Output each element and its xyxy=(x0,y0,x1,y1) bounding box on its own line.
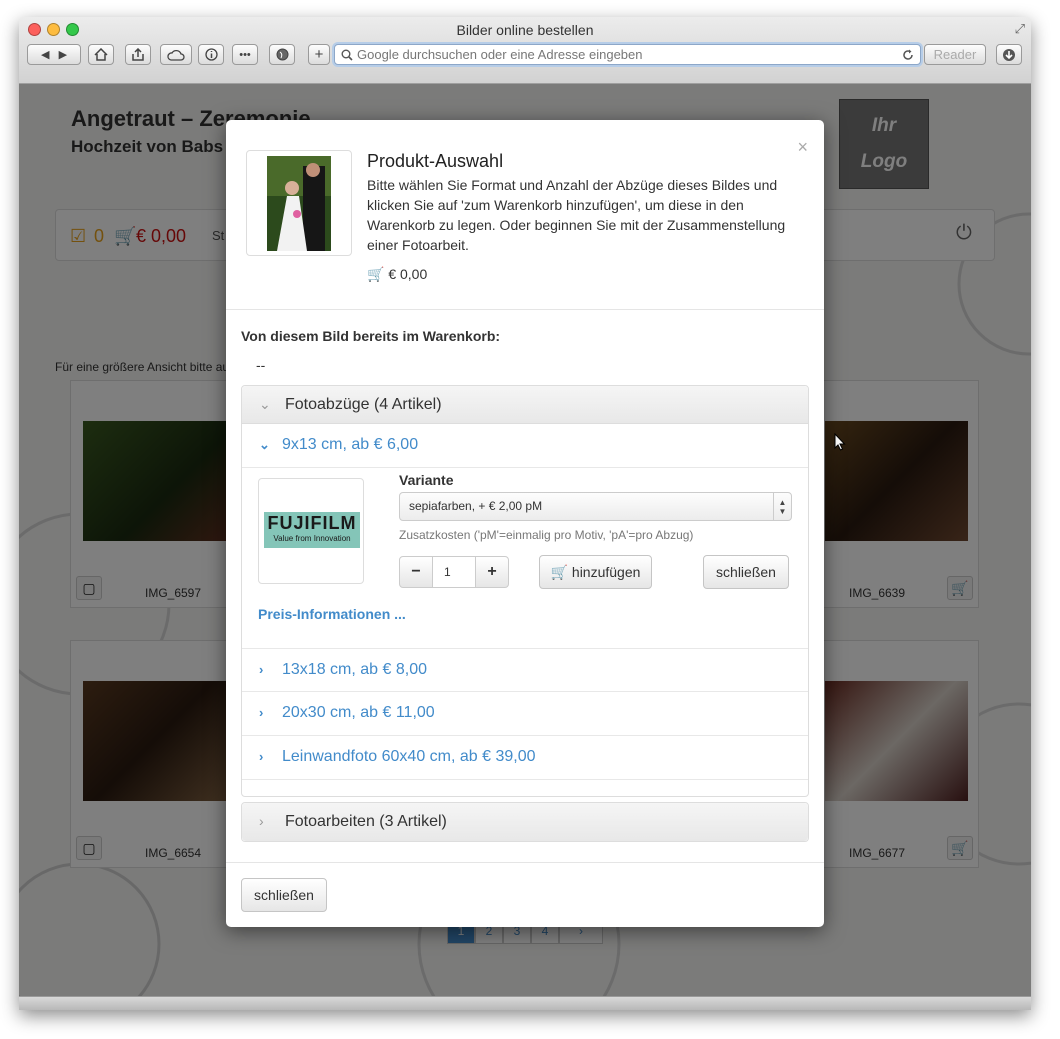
add-to-cart-button[interactable]: 🛒 hinzufügen xyxy=(539,555,652,589)
chevron-down-icon: ⌄ xyxy=(259,437,270,452)
back-icon[interactable]: ◀ xyxy=(41,48,49,61)
status-bar xyxy=(19,996,1031,1010)
product-image xyxy=(246,150,352,256)
variante-value: sepiafarben, + € 2,00 pM xyxy=(409,499,543,513)
add-label: hinzufügen xyxy=(571,564,641,580)
brand-name: FUJIFILM xyxy=(267,513,357,533)
back-forward-buttons[interactable]: ◀ ▶ xyxy=(27,44,81,65)
cart-icon: 🛒 xyxy=(550,564,569,580)
translate-button[interactable] xyxy=(269,44,295,65)
mouse-cursor-icon xyxy=(834,433,846,451)
fujifilm-logo: FUJIFILM Value from Innovation xyxy=(264,512,360,548)
modal-description: Bitte wählen Sie Format und Anzahl der A… xyxy=(367,177,786,253)
reload-icon[interactable] xyxy=(902,49,914,61)
forward-icon[interactable]: ▶ xyxy=(59,48,67,61)
address-bar[interactable] xyxy=(334,44,921,65)
format-label: 13x18 cm, ab € 8,00 xyxy=(282,661,427,678)
product-selection-modal: × Produkt-Auswahl Bitte wählen Sie Forma… xyxy=(226,120,824,927)
divider xyxy=(226,309,824,310)
variante-select[interactable]: sepiafarben, + € 2,00 pM ▲ ▼ xyxy=(399,492,792,521)
reading-list-button[interactable] xyxy=(198,44,224,65)
close-format-button[interactable]: schließen xyxy=(703,555,789,589)
modal-price-value: € 0,00 xyxy=(388,266,428,282)
fotoabzuege-header[interactable]: ⌄ Fotoabzüge (4 Artikel) xyxy=(242,386,808,424)
share-button[interactable] xyxy=(125,44,151,65)
modal-price: 🛒 € 0,00 xyxy=(367,266,427,283)
info-icon xyxy=(204,48,218,61)
close-icon[interactable]: × xyxy=(797,137,808,158)
fotoarbeiten-title: Fotoarbeiten (3 Artikel) xyxy=(285,813,447,830)
address-input[interactable] xyxy=(357,45,897,64)
quantity-decrement-button[interactable]: − xyxy=(399,556,433,588)
modal-title: Produkt-Auswahl xyxy=(367,151,504,171)
icloud-tabs-button[interactable] xyxy=(160,44,192,65)
format-item-leinwand[interactable]: › Leinwandfoto 60x40 cm, ab € 39,00 xyxy=(242,736,808,780)
chevron-right-icon: › xyxy=(259,705,264,720)
modal-close-button[interactable]: schließen xyxy=(241,878,327,912)
already-in-cart-label: Von diesem Bild bereits im Warenkorb: xyxy=(241,328,501,344)
format-label: 20x30 cm, ab € 11,00 xyxy=(282,704,435,721)
format-label: Leinwandfoto 60x40 cm, ab € 39,00 xyxy=(282,748,536,765)
fotoarbeiten-panel: › Fotoarbeiten (3 Artikel) xyxy=(241,802,809,842)
download-icon xyxy=(1003,48,1015,61)
home-icon xyxy=(94,48,108,61)
fullscreen-icon[interactable]: ⤢ xyxy=(1015,21,1025,37)
reader-button[interactable]: Reader xyxy=(924,44,986,65)
zusatzkosten-text: Zusatzkosten ('pM'=einmalig pro Motiv, '… xyxy=(399,528,694,542)
format-label: 9x13 cm, ab € 6,00 xyxy=(282,436,419,453)
plus-icon: + xyxy=(314,46,324,63)
chevron-down-icon: ⌄ xyxy=(259,396,271,412)
chevron-right-icon: › xyxy=(259,662,264,677)
format-item-20x30[interactable]: › 20x30 cm, ab € 11,00 xyxy=(242,692,808,736)
fotoabzuege-title: Fotoabzüge (4 Artikel) xyxy=(285,396,442,413)
quantity-increment-button[interactable]: + xyxy=(475,556,509,588)
globe-icon xyxy=(276,48,288,61)
price-info-link[interactable]: Preis-Informationen ... xyxy=(258,606,406,622)
select-arrows-icon: ▲ ▼ xyxy=(773,493,791,520)
quantity-input[interactable] xyxy=(432,556,476,588)
new-tab-button[interactable]: + xyxy=(308,44,330,65)
already-in-cart-value: -- xyxy=(256,357,266,373)
share-icon xyxy=(132,48,144,61)
chevron-right-icon: › xyxy=(259,813,264,829)
wedding-photo xyxy=(267,156,331,251)
fotoabzuege-panel: ⌄ Fotoabzüge (4 Artikel) ⌄ 9x13 cm, ab €… xyxy=(241,385,809,797)
format-item-13x18[interactable]: › 13x18 cm, ab € 8,00 xyxy=(242,648,808,692)
brand-image: FUJIFILM Value from Innovation xyxy=(258,478,364,584)
downloads-button[interactable] xyxy=(996,44,1022,65)
format-item-9x13[interactable]: ⌄ 9x13 cm, ab € 6,00 xyxy=(242,424,808,468)
divider xyxy=(226,862,824,863)
cart-icon: 🛒 xyxy=(367,266,385,282)
fotoarbeiten-header[interactable]: › Fotoarbeiten (3 Artikel) xyxy=(242,803,808,841)
variante-label: Variante xyxy=(399,472,454,488)
search-icon xyxy=(341,49,353,61)
brand-tagline: Value from Innovation xyxy=(273,534,351,543)
home-button[interactable] xyxy=(88,44,114,65)
web-page: Angetraut – Zeremonie Hochzeit von Babs … xyxy=(19,84,1031,996)
chevron-right-icon: › xyxy=(259,749,264,764)
dots-icon: ••• xyxy=(239,48,251,61)
browser-window: Bilder online bestellen ⤢ ◀ ▶ ••• + Read… xyxy=(19,17,1031,1010)
extensions-button[interactable]: ••• xyxy=(232,44,258,65)
window-title: Bilder online bestellen xyxy=(456,22,594,38)
title-bar: Bilder online bestellen ⤢ ◀ ▶ ••• + Read… xyxy=(19,17,1031,84)
cloud-icon xyxy=(167,49,185,61)
